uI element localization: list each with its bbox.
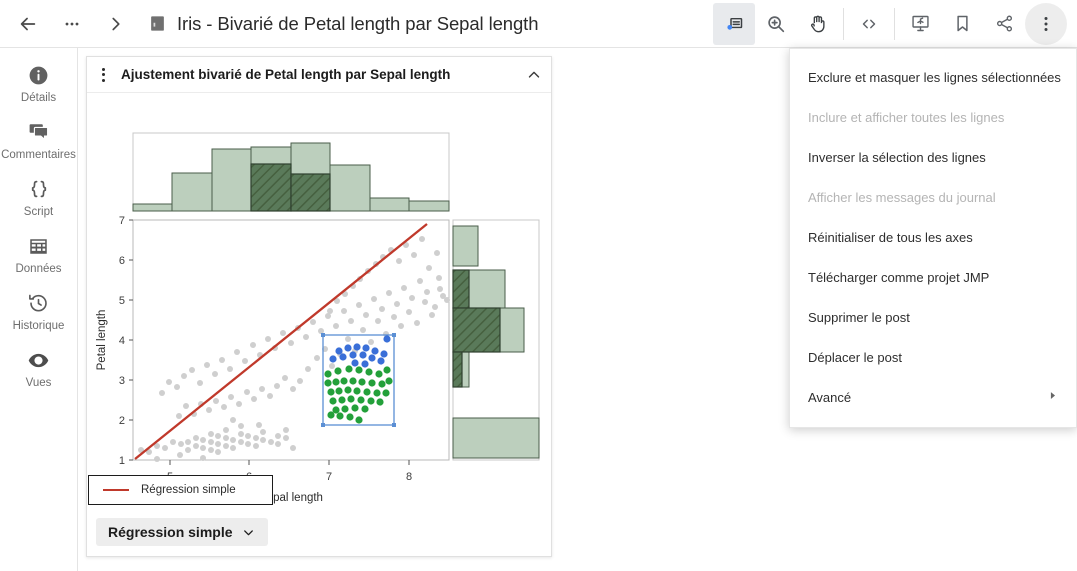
submenu-arrow-icon: [1047, 390, 1058, 404]
svg-text:6: 6: [119, 255, 125, 267]
pan-tool-button[interactable]: [797, 3, 839, 45]
code-view-button[interactable]: [848, 3, 890, 45]
legend-label: Régression simple: [141, 484, 236, 496]
top-histogram: [132, 132, 450, 212]
card-kebab-icon[interactable]: [93, 67, 113, 82]
menu-label: Inclure et afficher toutes les lignes: [808, 109, 1005, 125]
left-sidebar: Détails Commentaires Script Données Hist…: [0, 48, 78, 571]
scatter-panel[interactable]: 7 6 5 4 3 2 1 Petal length 7 8 Sepal len…: [96, 215, 450, 504]
sidebar-label-comments: Commentaires: [1, 149, 76, 161]
sidebar-label-views: Vues: [25, 377, 52, 389]
braces-icon: [27, 176, 51, 202]
menu-item-exclude-hide[interactable]: Exclure et masquer les lignes sélectionn…: [790, 57, 1076, 97]
selection-handle-bl[interactable]: [321, 423, 325, 427]
selection-handle-br[interactable]: [392, 423, 396, 427]
fit-selector-label: Régression simple: [108, 524, 233, 540]
zoom-tool-button[interactable]: [755, 3, 797, 45]
table-grid-icon: [27, 233, 50, 259]
menu-label: Afficher les messages du journal: [808, 189, 996, 205]
menu-item-advanced[interactable]: Avancé: [790, 377, 1076, 417]
sidebar-item-details[interactable]: Détails: [0, 62, 78, 104]
sidebar-item-comments[interactable]: Commentaires: [0, 119, 78, 161]
history-clock-icon: [27, 290, 50, 316]
svg-text:5: 5: [119, 295, 125, 307]
chevron-down-icon: [241, 525, 256, 540]
svg-text:4: 4: [119, 335, 125, 347]
toolbar-divider-2: [894, 7, 895, 40]
view-tools-group: [713, 0, 839, 48]
overflow-menu-button[interactable]: [1025, 2, 1067, 45]
app-root: Iris - Bivarié de Petal length par Sepal…: [0, 0, 1077, 571]
sidebar-label-details: Détails: [20, 92, 57, 104]
overflow-dropdown-menu: Exclure et masquer les lignes sélectionn…: [789, 48, 1077, 428]
menu-item-include-show-all: Inclure et afficher toutes les lignes: [790, 97, 1076, 137]
plot-area[interactable]: 7 6 5 4 3 2 1 Petal length 7 8 Sepal len…: [87, 93, 553, 513]
menu-item-show-log-messages: Afficher les messages du journal: [790, 177, 1076, 217]
svg-text:7: 7: [326, 471, 332, 483]
fit-selector[interactable]: Régression simple: [96, 518, 268, 546]
svg-text:1: 1: [119, 455, 125, 467]
chart-legend[interactable]: Régression simple: [88, 475, 273, 505]
sidebar-label-history: Historique: [12, 320, 65, 332]
y-axis: 7 6 5 4 3 2 1: [119, 215, 133, 467]
legend-line-swatch: [103, 489, 129, 491]
page-title: Iris - Bivarié de Petal length par Sepal…: [177, 12, 539, 34]
y-axis-label: Petal length: [96, 310, 108, 371]
menu-label: Exclure et masquer les lignes sélectionn…: [808, 69, 1061, 85]
menu-item-delete-post[interactable]: Supprimer le post: [790, 297, 1076, 337]
chevron-up-icon[interactable]: [525, 66, 543, 84]
menu-label: Avancé: [808, 389, 852, 405]
svg-text:8: 8: [406, 471, 412, 483]
menu-item-download-jmp-project[interactable]: Télécharger comme projet JMP: [790, 257, 1076, 297]
back-button[interactable]: [10, 6, 46, 42]
toolbar-divider-1: [843, 7, 844, 40]
card-title: Ajustement bivarié de Petal length par S…: [121, 67, 451, 82]
menu-label: Supprimer le post: [808, 309, 910, 325]
forward-button[interactable]: [98, 6, 134, 42]
presentation-button[interactable]: [899, 3, 941, 45]
eye-icon: [26, 347, 51, 373]
menu-item-invert-selection[interactable]: Inverser la sélection des lignes: [790, 137, 1076, 177]
chart-document-icon: [148, 14, 167, 33]
history-ellipsis-button[interactable]: [54, 6, 90, 42]
sidebar-item-script[interactable]: Script: [0, 176, 78, 218]
svg-text:3: 3: [119, 375, 125, 387]
info-icon: [27, 62, 50, 88]
bookmark-button[interactable]: [941, 3, 983, 45]
menu-label: Déplacer le post: [808, 349, 902, 365]
sidebar-label-data: Données: [15, 263, 62, 275]
share-button[interactable]: [983, 3, 1025, 45]
card-header: Ajustement bivarié de Petal length par S…: [87, 57, 551, 93]
menu-item-reset-axes[interactable]: Réinitialiser de tous les axes: [790, 217, 1076, 257]
top-toolbar: Iris - Bivarié de Petal length par Sepal…: [0, 0, 1077, 48]
menu-item-move-post[interactable]: Déplacer le post: [790, 337, 1076, 377]
sidebar-label-script: Script: [23, 206, 54, 218]
annotation-tool-button[interactable]: [713, 2, 755, 45]
selection-handle-tl[interactable]: [321, 333, 325, 337]
bivariate-plot-svg[interactable]: 7 6 5 4 3 2 1 Petal length 7 8 Sepal len…: [87, 93, 553, 513]
sidebar-item-views[interactable]: Vues: [0, 347, 78, 389]
menu-label: Inverser la sélection des lignes: [808, 149, 986, 165]
svg-text:2: 2: [119, 415, 125, 427]
sidebar-item-history[interactable]: Historique: [0, 290, 78, 332]
action-tools-group: [899, 0, 1077, 48]
sidebar-item-data[interactable]: Données: [0, 233, 78, 275]
comment-icon: [27, 119, 51, 145]
selection-handle-tr[interactable]: [392, 333, 396, 337]
right-histogram: [452, 219, 540, 461]
menu-label: Télécharger comme projet JMP: [808, 269, 990, 285]
menu-label: Réinitialiser de tous les axes: [808, 229, 973, 245]
svg-text:7: 7: [119, 215, 125, 227]
